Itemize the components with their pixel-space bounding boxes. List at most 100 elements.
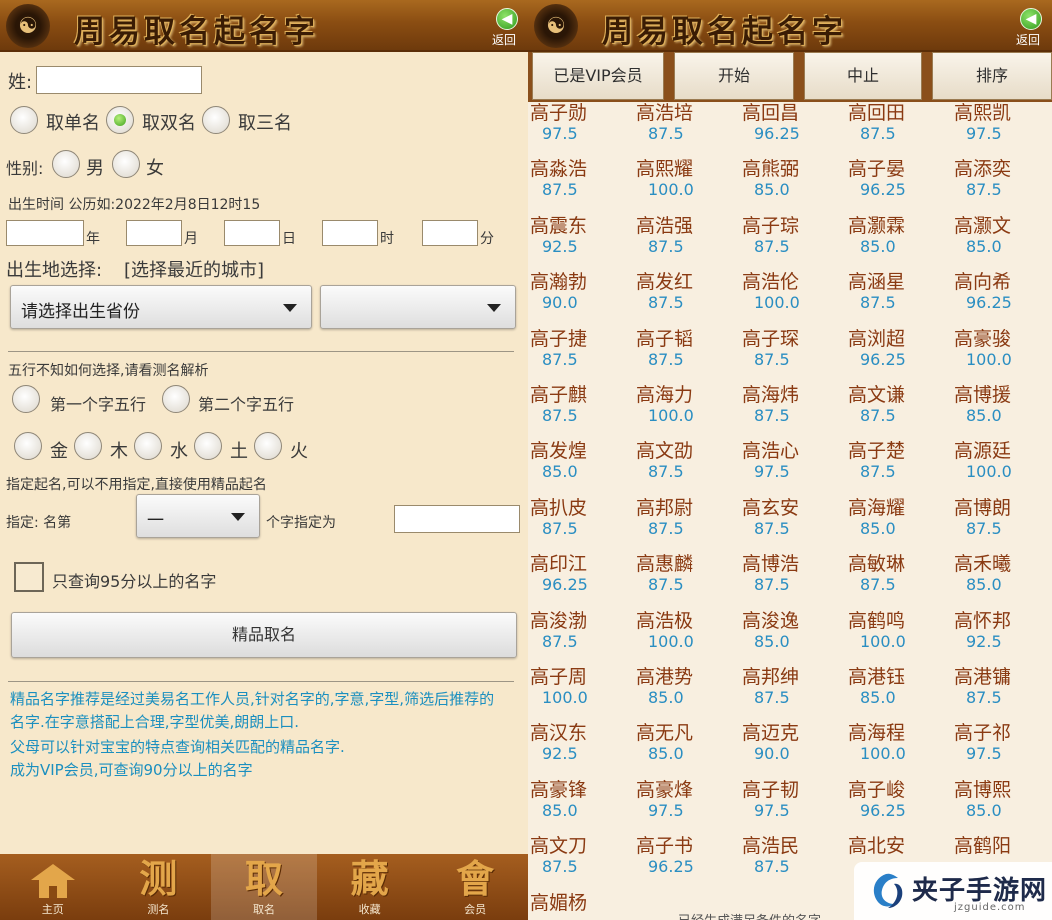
name-result-item[interactable]: 高子周 100.0 [530,666,636,708]
name-result-item[interactable]: 高惠麟 87.5 [636,553,742,595]
name-result-item[interactable]: 高源廷 100.0 [954,440,1052,482]
name-result-item[interactable]: 高淼浩 87.5 [530,158,636,200]
name-result-item[interactable]: 高子书 96.25 [636,835,742,877]
province-select[interactable]: 请选择出生省份 [10,285,312,329]
name-result-item[interactable]: 高浚逸 85.0 [742,610,848,652]
name-result-item[interactable]: 高子祁 97.5 [954,722,1052,764]
name-result-item[interactable]: 高邦尉 87.5 [636,497,742,539]
name-result-item[interactable]: 高灏霖 85.0 [848,215,954,257]
name-result-item[interactable]: 高媚杨 [530,892,636,914]
name-result-item[interactable]: 高子楚 87.5 [848,440,954,482]
radio-single-name[interactable] [10,106,38,134]
name-result-item[interactable]: 高博援 85.0 [954,384,1052,426]
surname-input[interactable] [36,66,202,94]
nav-favorites[interactable]: 藏 收藏 [317,854,423,920]
name-result-item[interactable]: 高浩民 87.5 [742,835,848,877]
name-result-item[interactable]: 高北安 [848,835,954,857]
name-result-item[interactable]: 高浚渤 87.5 [530,610,636,652]
name-result-item[interactable]: 高震东 92.5 [530,215,636,257]
name-result-item[interactable]: 高海程 100.0 [848,722,954,764]
name-result-item[interactable]: 高涵星 87.5 [848,271,954,313]
nav-test-name[interactable]: 测 测名 [106,854,212,920]
name-result-item[interactable]: 高禾曦 85.0 [954,553,1052,595]
name-result-item[interactable]: 高豪锋 85.0 [530,779,636,821]
name-result-item[interactable]: 高子捷 87.5 [530,328,636,370]
name-result-item[interactable]: 高瀚勃 90.0 [530,271,636,313]
name-result-item[interactable]: 高港钰 85.0 [848,666,954,708]
nav-naming[interactable]: 取 取名 [211,854,317,920]
name-result-item[interactable]: 高扒皮 87.5 [530,497,636,539]
back-button[interactable]: ◀ 返回 [492,8,522,48]
radio-first-char-wuxing[interactable] [12,385,40,413]
name-result-item[interactable]: 高怀邦 92.5 [954,610,1052,652]
name-result-item[interactable]: 高熙凯 97.5 [954,102,1052,144]
name-result-item[interactable]: 高港势 85.0 [636,666,742,708]
name-result-item[interactable]: 高浏超 96.25 [848,328,954,370]
name-result-item[interactable]: 高添奕 87.5 [954,158,1052,200]
char-position-select[interactable]: 一 [136,494,260,538]
radio-double-name[interactable] [106,106,134,134]
name-result-item[interactable]: 高印江 96.25 [530,553,636,595]
radio-element-metal[interactable] [14,432,42,460]
name-result-item[interactable]: 高玄安 87.5 [742,497,848,539]
name-result-item[interactable]: 高回昌 96.25 [742,102,848,144]
name-result-item[interactable]: 高无凡 85.0 [636,722,742,764]
start-button[interactable]: 开始 [674,52,794,100]
name-result-item[interactable]: 高海炜 87.5 [742,384,848,426]
premium-naming-button[interactable]: 精品取名 [11,612,517,658]
hour-input[interactable] [322,220,378,246]
name-result-item[interactable]: 高博熙 85.0 [954,779,1052,821]
name-result-item[interactable]: 高向希 96.25 [954,271,1052,313]
radio-element-fire[interactable] [254,432,282,460]
name-result-item[interactable]: 高敏琳 87.5 [848,553,954,595]
radio-gender-male[interactable] [52,150,80,178]
city-select[interactable] [320,285,516,329]
only-95-checkbox[interactable] [14,562,44,592]
name-result-item[interactable]: 高浩极 100.0 [636,610,742,652]
name-result-item[interactable]: 高子峻 96.25 [848,779,954,821]
radio-gender-female[interactable] [112,150,140,178]
radio-element-earth[interactable] [194,432,222,460]
year-input[interactable] [6,220,84,246]
name-result-item[interactable]: 高浩培 87.5 [636,102,742,144]
specified-char-input[interactable] [394,505,520,533]
day-input[interactable] [224,220,280,246]
name-result-item[interactable]: 高发煌 85.0 [530,440,636,482]
name-result-item[interactable]: 高子琛 87.5 [742,328,848,370]
name-result-item[interactable]: 高发红 87.5 [636,271,742,313]
name-result-item[interactable]: 高灏文 85.0 [954,215,1052,257]
nearest-city-link[interactable]: [选择最近的城市] [124,256,264,282]
radio-triple-name[interactable] [202,106,230,134]
sort-button[interactable]: 排序 [932,52,1052,100]
stop-button[interactable]: 中止 [804,52,922,100]
name-result-item[interactable]: 高海耀 85.0 [848,497,954,539]
name-result-item[interactable]: 高汉东 92.5 [530,722,636,764]
name-result-item[interactable]: 高子韧 97.5 [742,779,848,821]
name-result-item[interactable]: 高海力 100.0 [636,384,742,426]
name-result-item[interactable]: 高子琮 87.5 [742,215,848,257]
name-result-item[interactable]: 高文劭 87.5 [636,440,742,482]
name-result-item[interactable]: 高子韬 87.5 [636,328,742,370]
name-result-item[interactable]: 高迈克 90.0 [742,722,848,764]
name-result-item[interactable]: 高回田 87.5 [848,102,954,144]
name-result-item[interactable]: 高港镛 87.5 [954,666,1052,708]
nav-member[interactable]: 會 会员 [422,854,528,920]
back-button[interactable]: ◀ 返回 [1016,8,1046,48]
name-result-item[interactable]: 高豪骏 100.0 [954,328,1052,370]
name-result-item[interactable]: 高子勋 97.5 [530,102,636,144]
name-result-item[interactable]: 高子晏 96.25 [848,158,954,200]
name-result-item[interactable]: 高鹤阳 [954,835,1052,857]
radio-second-char-wuxing[interactable] [162,385,190,413]
name-result-item[interactable]: 高熊弼 85.0 [742,158,848,200]
nav-home[interactable]: 主页 [0,854,106,920]
name-result-item[interactable]: 高文谦 87.5 [848,384,954,426]
name-result-item[interactable]: 高鹤鸣 100.0 [848,610,954,652]
vip-member-button[interactable]: 已是VIP会员 [532,52,664,100]
radio-element-wood[interactable] [74,432,102,460]
name-result-item[interactable]: 高子麒 87.5 [530,384,636,426]
radio-element-water[interactable] [134,432,162,460]
name-result-item[interactable]: 高文刀 87.5 [530,835,636,877]
month-input[interactable] [126,220,182,246]
name-result-item[interactable]: 高熙耀 100.0 [636,158,742,200]
name-result-item[interactable]: 高浩伦 100.0 [742,271,848,313]
